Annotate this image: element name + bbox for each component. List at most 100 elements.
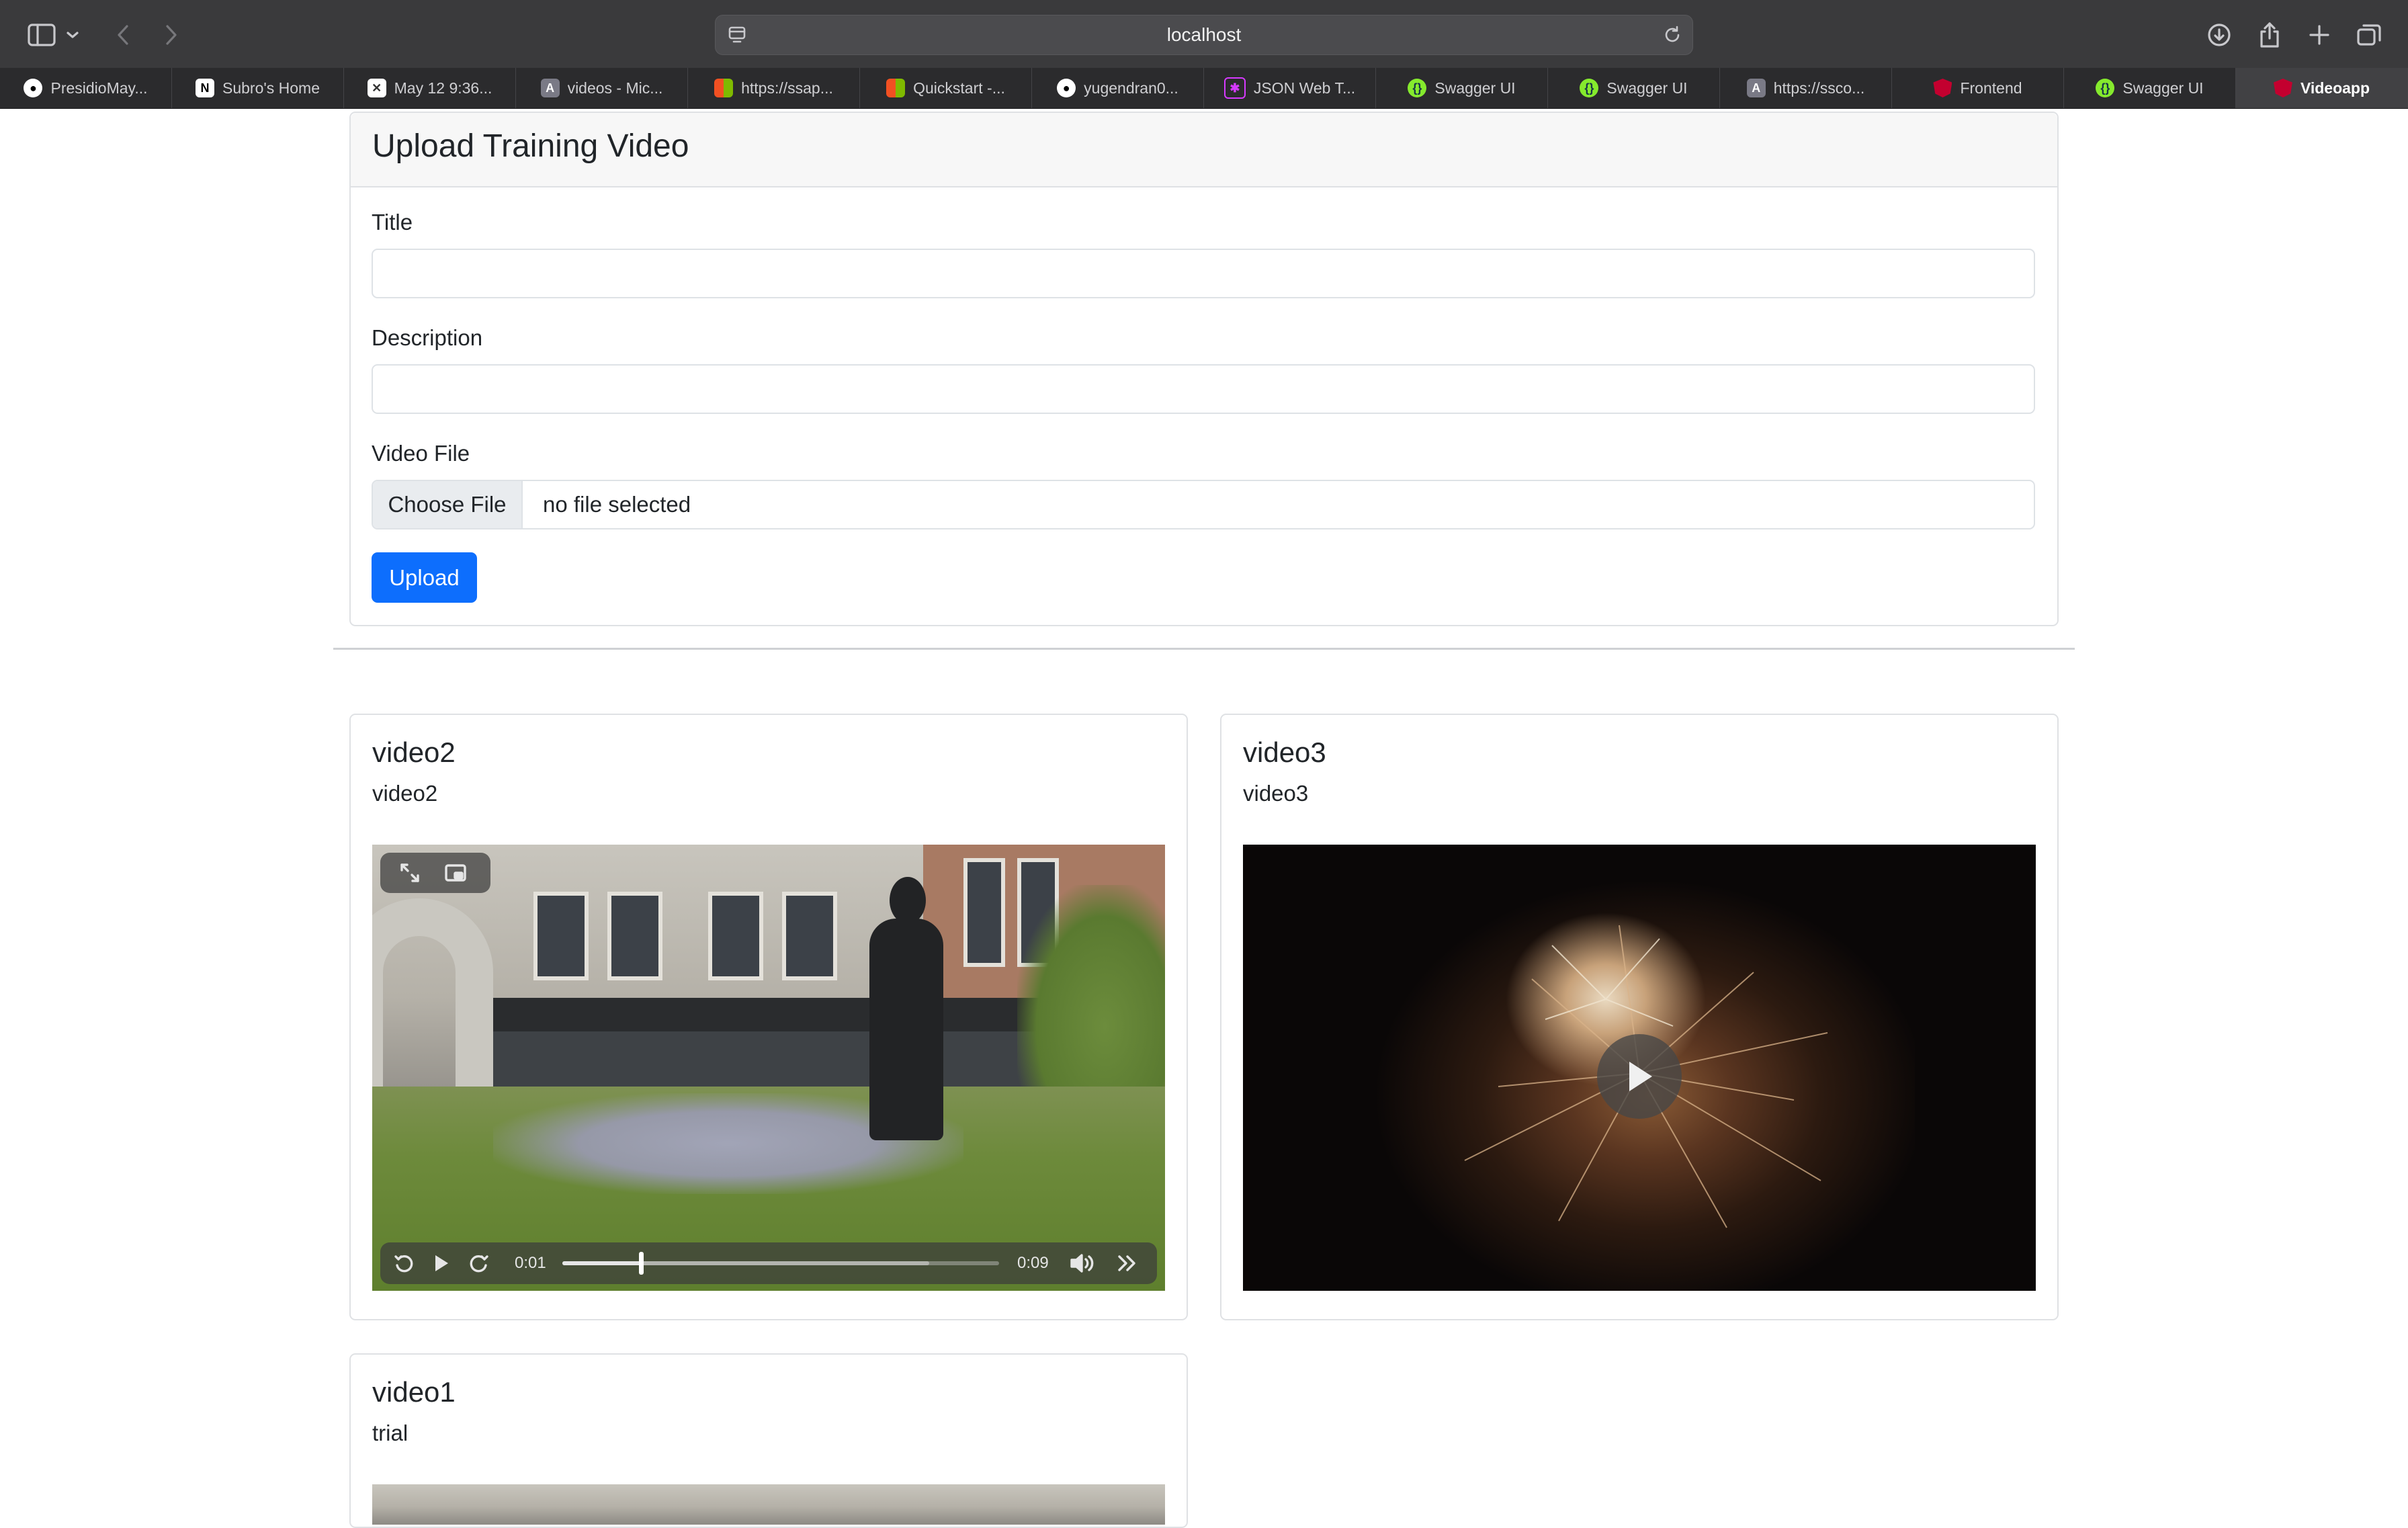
angular-icon bbox=[2273, 79, 2292, 97]
statue-shape bbox=[890, 877, 926, 924]
player-bottom-controls: 0:01 0:09 bbox=[380, 1242, 1157, 1284]
video-player[interactable] bbox=[372, 1484, 1165, 1525]
tab-8[interactable]: ✱ JSON Web T... bbox=[1204, 68, 1376, 108]
tab-label: yugendran0... bbox=[1084, 79, 1178, 97]
upload-heading: Upload Training Video bbox=[372, 128, 689, 164]
tab-label: Swagger UI bbox=[1606, 79, 1688, 97]
address-bar[interactable]: localhost bbox=[715, 15, 1693, 55]
swagger-icon: {} bbox=[2096, 79, 2115, 97]
current-time: 0:01 bbox=[515, 1254, 546, 1272]
sidebar-toggle-icon[interactable] bbox=[26, 19, 58, 51]
file-status-text: no file selected bbox=[543, 492, 691, 517]
awning-shape bbox=[486, 998, 1105, 1031]
tab-1[interactable]: ● PresidioMay... bbox=[0, 68, 172, 108]
volume-icon[interactable] bbox=[1070, 1250, 1096, 1276]
jwt-icon: ✱ bbox=[1223, 77, 1246, 99]
duration-time: 0:09 bbox=[1017, 1254, 1049, 1272]
tab-4[interactable]: A videos - Mic... bbox=[516, 68, 688, 108]
fullscreen-icon[interactable] bbox=[398, 861, 422, 885]
video-frame bbox=[372, 1484, 1165, 1525]
tab-6[interactable]: Quickstart -... bbox=[860, 68, 1032, 108]
tab-10[interactable]: {} Swagger UI bbox=[1548, 68, 1720, 108]
window-shape bbox=[782, 892, 837, 980]
angular-icon bbox=[1933, 79, 1952, 97]
tab-label: https://ssap... bbox=[741, 79, 833, 97]
back-arrow-icon[interactable] bbox=[108, 19, 140, 51]
azure-icon: A bbox=[1746, 79, 1766, 97]
tab-label: Swagger UI bbox=[2122, 79, 2204, 97]
picture-in-picture-icon[interactable] bbox=[443, 861, 468, 885]
play-button[interactable] bbox=[1597, 1034, 1682, 1119]
video-description: trial bbox=[372, 1420, 408, 1445]
downloads-icon[interactable] bbox=[2203, 19, 2235, 51]
tab-label: Frontend bbox=[1960, 79, 2022, 97]
choose-file-button[interactable]: Choose File bbox=[373, 481, 523, 528]
tab-2[interactable]: N Subro's Home bbox=[172, 68, 344, 108]
swagger-icon: {} bbox=[1580, 79, 1599, 97]
seek-progress bbox=[562, 1261, 641, 1265]
chevron-down-icon[interactable] bbox=[63, 19, 82, 51]
tab-3[interactable]: ✕ May 12 9:36... bbox=[344, 68, 516, 108]
window-shape bbox=[963, 858, 1005, 967]
azure-icon: A bbox=[540, 79, 560, 97]
window-shape bbox=[607, 892, 662, 980]
tab-9[interactable]: {} Swagger UI bbox=[1376, 68, 1548, 108]
forward-arrow-icon[interactable] bbox=[155, 19, 187, 51]
tab-label: JSON Web T... bbox=[1253, 79, 1356, 97]
tab-label: https://ssco... bbox=[1773, 79, 1865, 97]
seek-bar[interactable] bbox=[562, 1252, 999, 1275]
video-title: video1 bbox=[372, 1376, 456, 1408]
reload-icon[interactable] bbox=[1656, 19, 1688, 51]
description-label: Description bbox=[372, 325, 483, 350]
tab-7[interactable]: ● yugendran0... bbox=[1032, 68, 1204, 108]
tab-12[interactable]: Frontend bbox=[1892, 68, 2064, 108]
video-description: video3 bbox=[1243, 781, 1309, 806]
video-title: video3 bbox=[1243, 736, 1326, 768]
github-icon: ● bbox=[24, 79, 43, 97]
video-card: video1 trial bbox=[349, 1353, 1188, 1528]
tab-label: PresidioMay... bbox=[50, 79, 148, 97]
description-input[interactable] bbox=[372, 364, 2035, 414]
tab-label: Videoapp bbox=[2300, 79, 2370, 97]
calendar-app-icon: ✕ bbox=[367, 79, 386, 97]
upload-button[interactable]: Upload bbox=[372, 552, 477, 603]
tab-13[interactable]: {} Swagger UI bbox=[2064, 68, 2236, 108]
tab-label: videos - Mic... bbox=[567, 79, 663, 97]
new-tab-plus-icon[interactable] bbox=[2303, 19, 2335, 51]
github-icon: ● bbox=[1057, 79, 1076, 97]
microsoft-icon bbox=[886, 79, 906, 97]
video-card: video2 video2 0:01 0:09 bbox=[349, 714, 1188, 1320]
video-player[interactable]: 0:01 0:09 bbox=[372, 845, 1165, 1291]
tab-5[interactable]: https://ssap... bbox=[688, 68, 860, 108]
window-shape bbox=[533, 892, 589, 980]
video-player[interactable] bbox=[1243, 845, 2036, 1291]
tab-label: May 12 9:36... bbox=[394, 79, 492, 97]
play-icon bbox=[1624, 1059, 1655, 1094]
window-shape bbox=[708, 892, 763, 980]
playback-speed-icon[interactable] bbox=[1115, 1252, 1140, 1275]
video-file-input[interactable]: Choose File no file selected bbox=[372, 480, 2035, 529]
tab-11[interactable]: A https://ssco... bbox=[1720, 68, 1892, 108]
video-title: video2 bbox=[372, 736, 456, 768]
skip-forward-icon[interactable] bbox=[468, 1252, 490, 1275]
player-top-controls bbox=[380, 853, 490, 893]
notion-icon: N bbox=[195, 79, 214, 97]
video-description: video2 bbox=[372, 781, 438, 806]
tab-label: Quickstart -... bbox=[913, 79, 1005, 97]
tab-bar: ● PresidioMay... N Subro's Home ✕ May 12… bbox=[0, 68, 2408, 109]
skip-back-icon[interactable] bbox=[392, 1252, 415, 1275]
play-icon[interactable] bbox=[430, 1252, 453, 1275]
tab-label: Subro's Home bbox=[222, 79, 320, 97]
video-file-label: Video File bbox=[372, 441, 470, 466]
share-icon[interactable] bbox=[2253, 19, 2286, 51]
seek-handle[interactable] bbox=[639, 1252, 644, 1275]
title-input[interactable] bbox=[372, 249, 2035, 298]
tab-label: Swagger UI bbox=[1434, 79, 1516, 97]
tab-overview-icon[interactable] bbox=[2353, 19, 2385, 51]
section-divider bbox=[333, 648, 2075, 650]
statue-shape bbox=[869, 919, 943, 1140]
address-text: localhost bbox=[1166, 24, 1242, 45]
video-card: video3 video3 bbox=[1220, 714, 2059, 1320]
title-label: Title bbox=[372, 210, 413, 235]
tab-14-active[interactable]: Videoapp bbox=[2236, 68, 2408, 108]
